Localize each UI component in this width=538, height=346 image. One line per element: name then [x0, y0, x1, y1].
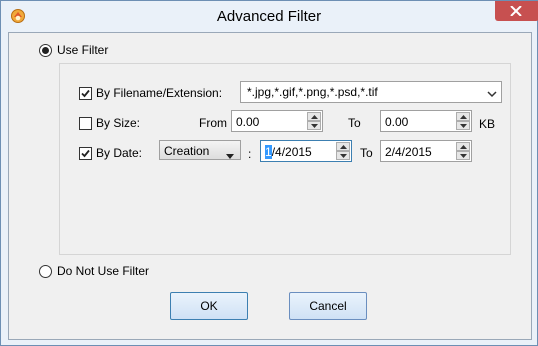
cancel-button[interactable]: Cancel — [289, 292, 367, 320]
arrow-up-icon — [311, 115, 318, 119]
arrow-down-icon — [460, 124, 467, 128]
spin-up-button[interactable] — [456, 112, 470, 121]
close-button[interactable] — [495, 1, 538, 21]
ok-button[interactable]: OK — [170, 292, 248, 320]
date-type-dropdown[interactable]: Creation — [159, 140, 241, 160]
chevron-down-icon — [487, 87, 497, 101]
date-from-rest: /4/2015 — [271, 145, 312, 159]
date-from-value: 1/4/2015 — [265, 145, 312, 159]
size-to-label: To — [348, 116, 361, 130]
spin-down-button[interactable] — [456, 121, 470, 130]
arrow-up-icon — [460, 115, 467, 119]
size-from-label: From — [199, 116, 227, 130]
date-checkbox[interactable] — [79, 147, 92, 160]
size-from-value: 0.00 — [236, 115, 260, 129]
spin-down-button[interactable] — [336, 151, 350, 160]
arrow-up-icon — [460, 145, 467, 149]
size-from-input[interactable]: 0.00 — [231, 110, 323, 132]
size-to-value: 0.00 — [385, 115, 409, 129]
date-from-input[interactable]: 1/4/2015 — [260, 140, 352, 162]
size-to-input[interactable]: 0.00 — [380, 110, 472, 132]
date-label: By Date: — [96, 146, 143, 160]
date-to-label: To — [360, 146, 373, 160]
arrow-down-icon — [340, 154, 347, 158]
spin-up-button[interactable] — [456, 142, 470, 151]
spin-down-button[interactable] — [307, 121, 321, 130]
use-filter-label: Use Filter — [57, 43, 109, 57]
radio-selected-dot — [42, 47, 49, 54]
arrow-down-icon — [460, 154, 467, 158]
filename-extension-combo[interactable]: *.jpg,*.gif,*.png,*.psd,*.tif — [240, 81, 502, 103]
use-filter-radio[interactable] — [39, 44, 52, 57]
size-unit-label: KB — [479, 117, 496, 131]
filename-extension-value: *.jpg,*.gif,*.png,*.psd,*.tif — [247, 85, 378, 99]
spin-up-button[interactable] — [336, 142, 350, 151]
spin-down-button[interactable] — [456, 151, 470, 160]
caret-down-icon — [226, 148, 234, 162]
close-icon — [510, 6, 522, 16]
date-to-input[interactable]: 2/4/2015 — [380, 140, 472, 162]
date-to-value: 2/4/2015 — [385, 145, 432, 159]
spin-up-button[interactable] — [307, 112, 321, 121]
date-colon: : — [248, 147, 252, 161]
size-checkbox[interactable] — [79, 117, 92, 130]
not-use-filter-radio[interactable] — [39, 265, 52, 278]
not-use-filter-label: Do Not Use Filter — [57, 264, 150, 278]
size-label: By Size: — [96, 116, 141, 130]
title-bar[interactable]: Advanced Filter — [1, 1, 538, 32]
filename-checkbox[interactable] — [79, 87, 92, 100]
check-icon — [81, 149, 90, 158]
dialog-client-area: Use Filter By Filename/Extension: *.jpg,… — [8, 32, 532, 340]
arrow-up-icon — [340, 145, 347, 149]
filename-label: By Filename/Extension: — [96, 86, 223, 100]
filter-options-group: By Filename/Extension: *.jpg,*.gif,*.png… — [59, 63, 511, 255]
date-type-value: Creation — [164, 144, 210, 158]
check-icon — [81, 89, 90, 98]
arrow-down-icon — [311, 124, 318, 128]
window-title: Advanced Filter — [216, 8, 322, 25]
date-from-selected-char: 1 — [265, 145, 272, 159]
dialog-window: Advanced Filter Use Filter By Filename/E… — [0, 0, 538, 346]
